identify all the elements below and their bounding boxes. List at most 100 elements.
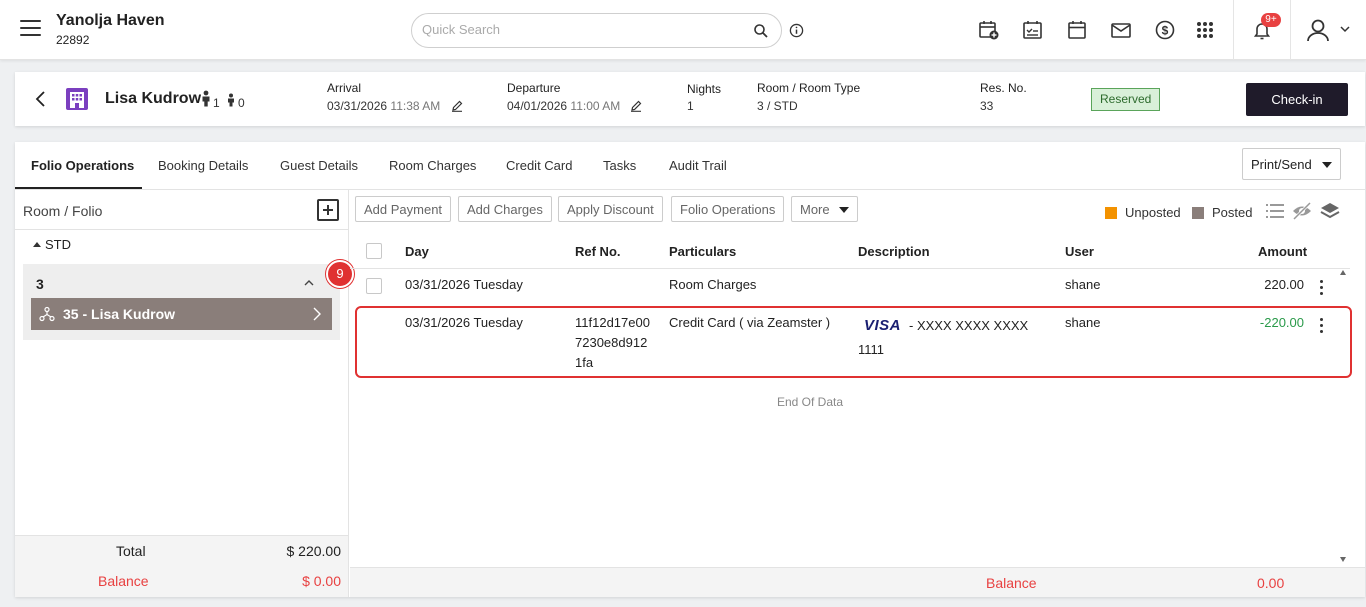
adult-icon [202, 90, 210, 107]
col-user: User [1065, 244, 1094, 259]
end-of-data: End Of Data [776, 395, 844, 409]
caret-down-icon [839, 207, 849, 213]
col-ref-no: Ref No. [575, 244, 621, 259]
departure-value: 04/01/2026 11:00 AM [507, 99, 620, 113]
nights-value: 1 [687, 99, 694, 113]
tab-room-charges[interactable]: Room Charges [389, 158, 476, 173]
list-view-icon[interactable] [1264, 201, 1286, 221]
row-checkbox[interactable] [366, 278, 382, 294]
svg-text:$: $ [1162, 24, 1169, 38]
departure-time: 11:00 AM [570, 99, 621, 113]
tab-credit-card[interactable]: Credit Card [506, 158, 572, 173]
nights-label: Nights [687, 82, 722, 96]
right-footer: Balance 0.00 [350, 567, 1365, 597]
check-in-button[interactable]: Check-in [1246, 83, 1348, 116]
unposted-label: Unposted [1125, 205, 1181, 220]
row-more-icon[interactable] [1320, 280, 1324, 296]
add-charges-button[interactable]: Add Charges [458, 196, 552, 222]
departure-label: Departure [507, 81, 561, 95]
room-number: 3 [36, 276, 44, 292]
notification-badge: 9+ [1261, 13, 1281, 27]
departure-date: 04/01/2026 [507, 99, 568, 113]
calendar-check-icon[interactable] [1022, 19, 1044, 41]
reservation-header: Lisa Kudrow 1 0 Arrival 03/31/2026 11:38… [15, 72, 1365, 126]
chevron-up-icon[interactable] [303, 278, 315, 288]
tab-folio-operations[interactable]: Folio Operations [31, 158, 134, 173]
apply-discount-button[interactable]: Apply Discount [558, 196, 663, 222]
hotel-name: Yanolja Haven [56, 12, 165, 29]
total-label: Total [116, 543, 146, 559]
folio-item[interactable]: 35 - Lisa Kudrow [31, 298, 332, 330]
active-tab-indicator [15, 187, 142, 189]
quick-search[interactable] [411, 13, 782, 48]
footer-balance-value: 0.00 [1257, 575, 1285, 591]
arrival-value: 03/31/2026 11:38 AM [327, 99, 440, 113]
scroll-up-icon[interactable] [1340, 270, 1346, 275]
add-folio-icon[interactable] [317, 199, 339, 221]
menu-icon[interactable] [20, 20, 41, 38]
room-group: 3 35 - Lisa Kudrow [23, 264, 340, 340]
back-arrow-icon[interactable] [33, 90, 47, 108]
room-folio-title: Room / Folio [23, 203, 103, 219]
chevron-right-icon [313, 307, 321, 321]
info-icon[interactable] [789, 23, 804, 38]
more-dropdown[interactable]: More [791, 196, 858, 222]
edit-pencil-icon[interactable] [630, 100, 642, 112]
tab-tasks[interactable]: Tasks [603, 158, 636, 173]
caret-down-icon [1322, 162, 1332, 168]
res-no-value: 33 [980, 99, 994, 113]
col-day: Day [405, 244, 429, 259]
folio-transactions: Add Payment Add Charges Apply Discount F… [350, 190, 1365, 597]
apps-grid-icon[interactable] [1194, 19, 1216, 41]
room-type-group-label: STD [45, 237, 71, 252]
room-type-group[interactable]: STD [33, 237, 71, 252]
print-send-label: Print/Send [1251, 157, 1312, 172]
col-particulars: Particulars [669, 244, 737, 259]
status-badge: Reserved [1091, 88, 1161, 111]
calendar-icon[interactable] [1066, 19, 1088, 41]
print-send-button[interactable]: Print/Send [1242, 148, 1341, 180]
left-footer: Total $ 220.00 Balance $ 0.00 [15, 535, 348, 597]
balance-value: $ 0.00 [302, 573, 341, 589]
chevron-down-icon[interactable] [1339, 24, 1351, 34]
room-folio-panel: Room / Folio STD 3 35 - Lisa Kudrow 9 To… [15, 190, 354, 597]
table-row[interactable]: 03/31/2026 Tuesday Room Charges shane 22… [350, 270, 1350, 302]
folio-panel: Folio Operations Booking Details Guest D… [15, 142, 1365, 597]
total-value: $ 220.00 [286, 543, 342, 559]
mail-icon[interactable] [1110, 19, 1132, 41]
scroll-down-icon[interactable] [1340, 557, 1346, 562]
folio-operations-button[interactable]: Folio Operations [671, 196, 785, 222]
tab-booking-details[interactable]: Booking Details [158, 158, 248, 173]
layers-icon[interactable] [1319, 201, 1341, 221]
footer-balance-label: Balance [986, 575, 1037, 591]
search-icon[interactable] [753, 23, 769, 39]
collapse-caret-icon [33, 242, 41, 247]
res-no-label: Res. No. [980, 81, 1027, 95]
adults-count: 1 [213, 96, 220, 110]
dollar-icon[interactable]: $ [1154, 19, 1176, 41]
child-icon [228, 93, 234, 107]
row-day: 03/31/2026 Tuesday [405, 277, 523, 292]
user-icon[interactable] [1305, 17, 1331, 43]
hotel-building-icon [66, 88, 88, 110]
search-input[interactable] [422, 22, 742, 37]
divider [15, 229, 348, 230]
guest-name[interactable]: Lisa Kudrow [105, 90, 201, 108]
col-description: Description [858, 244, 930, 259]
divider [1290, 0, 1291, 60]
divider [1233, 0, 1234, 60]
tab-guest-details[interactable]: Guest Details [280, 158, 358, 173]
row-particulars: Room Charges [669, 277, 757, 292]
folio-label: 35 - Lisa Kudrow [63, 306, 176, 322]
tab-bar: Folio Operations Booking Details Guest D… [15, 142, 1365, 190]
arrival-label: Arrival [327, 81, 362, 95]
eye-off-icon[interactable] [1291, 201, 1313, 221]
highlight-box [355, 306, 1352, 378]
tab-audit-trail[interactable]: Audit Trail [669, 158, 727, 173]
calendar-add-icon[interactable] [978, 19, 1000, 41]
edit-pencil-icon[interactable] [451, 100, 463, 112]
arrival-time: 11:38 AM [390, 99, 441, 113]
arrival-date: 03/31/2026 [327, 99, 388, 113]
select-all-checkbox[interactable] [366, 243, 382, 259]
add-payment-button[interactable]: Add Payment [355, 196, 452, 222]
